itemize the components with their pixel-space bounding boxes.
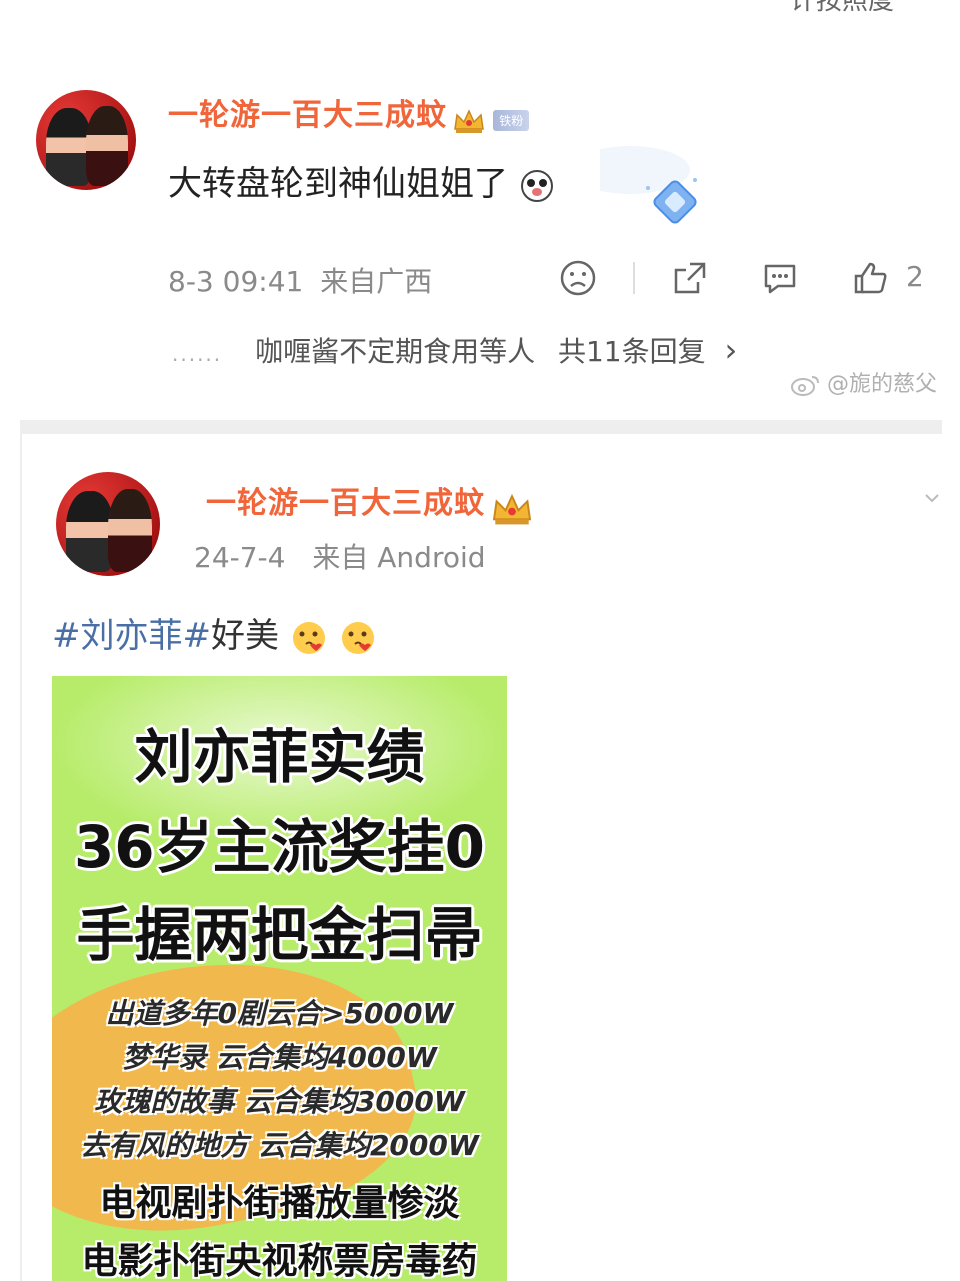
chevron-down-icon[interactable] — [920, 486, 944, 510]
weibo-logo-icon — [791, 376, 819, 396]
watermark-text: @旎的慈父 — [827, 372, 938, 397]
commenter-name-row: 一轮游一百大三成蚊 铁粉 — [168, 90, 530, 133]
like-icon[interactable] — [850, 258, 890, 298]
poster-avatar[interactable] — [56, 472, 160, 576]
poster-line-8: 电视剧扑街播放量惨淡 — [99, 1183, 460, 1224]
post-meta: 24-7-4 来自 Android — [194, 536, 486, 576]
replies-users: 咖喱酱不定期食用等人 — [255, 335, 536, 368]
poster-line-7: 去有风的地方 云合集均2000W — [80, 1129, 479, 1162]
replies-row[interactable]: ...... 咖喱酱不定期食用等人 共11条回复 › — [172, 330, 737, 370]
sad-face-icon[interactable] — [558, 258, 598, 298]
poster-line-2: 36岁主流奖挂0 — [73, 813, 486, 881]
post-text-row: #刘亦菲#好美 — [52, 608, 377, 657]
poster-line-1: 刘亦菲实绩 — [134, 723, 425, 791]
post-hashtag[interactable]: #刘亦菲# — [52, 616, 211, 656]
dog-face-emoji-icon — [520, 169, 553, 202]
commenter-username[interactable]: 一轮游一百大三成蚊 — [168, 98, 447, 133]
kiss-face-emoji-icon — [292, 621, 325, 654]
section-divider — [20, 420, 942, 434]
kiss-face-emoji-icon — [341, 621, 374, 654]
poster-line-5: 梦华录 云合集均4000W — [122, 1041, 437, 1074]
post-source: 来自 Android — [312, 541, 486, 574]
comment-meta: 8-3 09:41 来自广西 — [168, 260, 432, 300]
fan-badge: 铁粉 — [493, 110, 530, 131]
left-border-line — [20, 420, 22, 1281]
post-text: 好美 — [210, 616, 279, 656]
chevron-right-icon: › — [724, 331, 738, 369]
comment-source: 来自广西 — [320, 265, 433, 298]
post-date: 24-7-4 — [194, 541, 286, 574]
share-icon[interactable] — [670, 258, 710, 298]
poster-line-6: 玫瑰的故事 云合集均3000W — [94, 1085, 465, 1118]
comment-text: 大转盘轮到神仙姐姐了 — [168, 164, 508, 204]
crown-icon — [492, 493, 532, 524]
post-username[interactable]: 一轮游一百大三成蚊 — [206, 486, 485, 521]
poster-line-3: 手握两把金扫帚 — [76, 901, 483, 969]
comment-icon[interactable] — [760, 258, 800, 298]
post-image[interactable]: 刘亦菲实绩 36岁主流奖挂0 手握两把金扫帚 出道多年0剧云合>5000W 梦华… — [52, 676, 507, 1281]
crown-icon — [454, 108, 484, 133]
commenter-avatar[interactable] — [36, 90, 136, 190]
comment-text-row: 大转盘轮到神仙姐姐了 — [168, 156, 555, 205]
action-separator — [633, 262, 635, 294]
like-count: 2 — [906, 260, 924, 293]
poster-line-9: 电影扑街央视称票房毒药 — [81, 1241, 478, 1281]
comment-time: 8-3 09:41 — [168, 265, 304, 298]
watermark: @旎的慈父 — [790, 366, 937, 398]
top-cut-text: 计按照度 — [790, 0, 895, 16]
replies-dots: ...... — [172, 342, 223, 366]
replies-count: 共11条回复 — [557, 335, 706, 368]
post-name-row: 一轮游一百大三成蚊 — [206, 478, 534, 527]
comment-bubble-deco — [570, 140, 700, 230]
poster-line-4: 出道多年0剧云合>5000W — [105, 997, 454, 1030]
